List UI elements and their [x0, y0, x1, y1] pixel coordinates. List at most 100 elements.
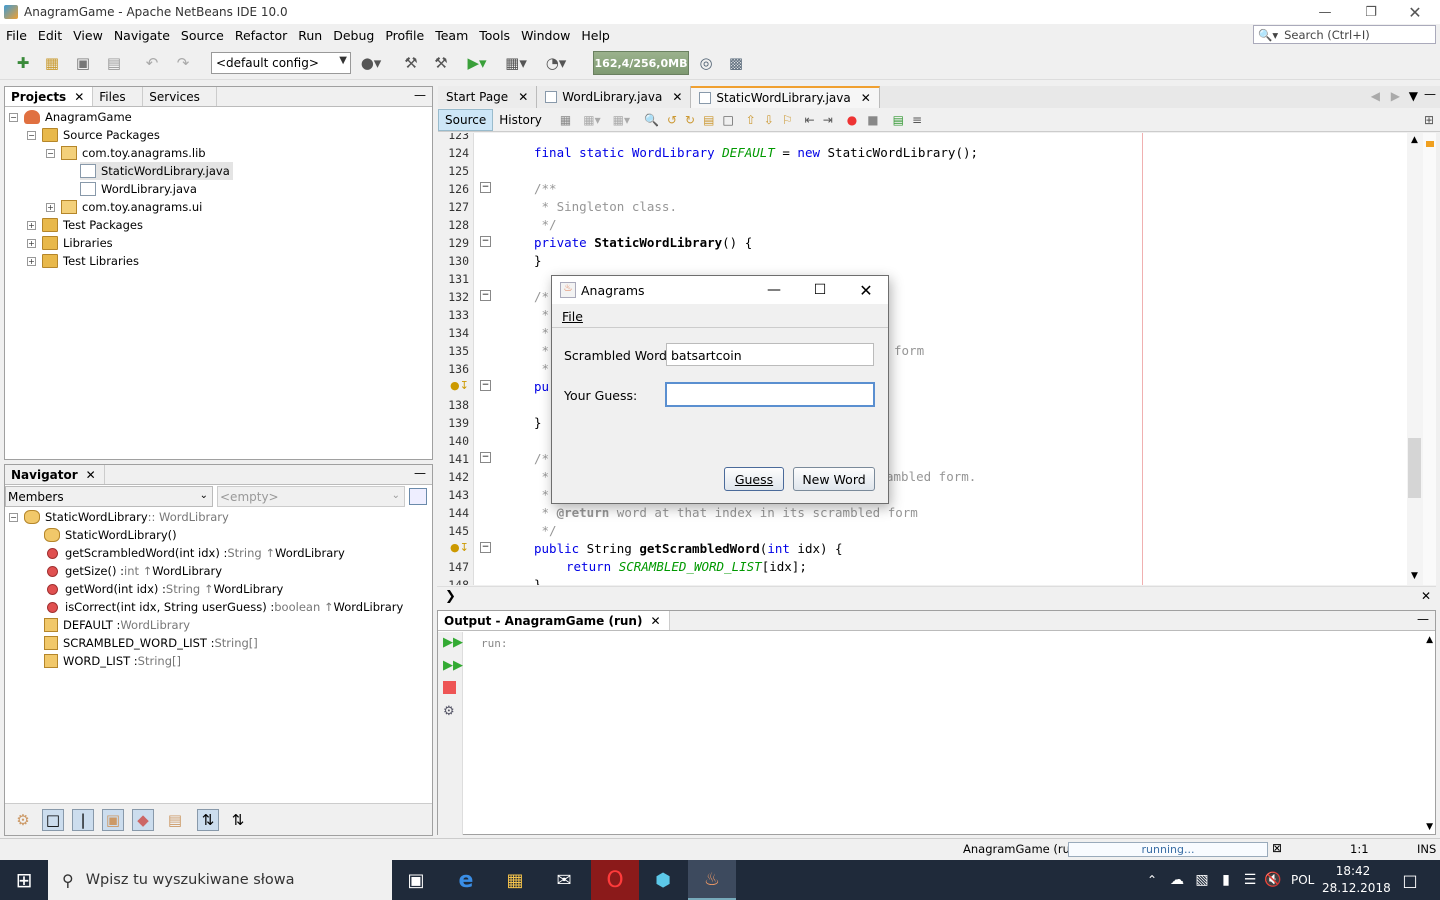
navigator-member[interactable]: StaticWordLibrary() [44, 526, 177, 544]
menu-navigate[interactable]: Navigate [114, 28, 177, 43]
close-icon[interactable]: ✕ [74, 90, 84, 104]
menu-source[interactable]: Source [181, 28, 231, 43]
tab-output[interactable]: Output - AnagramGame (run) ✕ [438, 611, 670, 630]
close-icon[interactable]: ✕ [86, 468, 96, 482]
close-icon[interactable]: ✕ [861, 91, 871, 105]
new-word-button[interactable]: New Word [793, 467, 875, 491]
menu-file[interactable]: File [6, 28, 34, 43]
scroll-down-icon[interactable]: ▼ [1411, 571, 1418, 581]
mail-icon[interactable]: ✉ [540, 860, 588, 900]
tab-wordlibrary[interactable]: WordLibrary.java ✕ [537, 86, 692, 108]
undo-icon[interactable]: ↶ [141, 52, 163, 74]
context-filter-select[interactable]: <empty> ⌄ [217, 486, 405, 507]
rerun-with-params-icon[interactable]: ▶▶ [443, 658, 463, 673]
navigator-member[interactable]: SCRAMBLED_WORD_LIST : String[] [44, 634, 258, 652]
close-icon[interactable]: ✕ [518, 90, 528, 104]
close-window-button[interactable]: ✕ [1392, 0, 1438, 24]
chevron-right-icon[interactable]: ❯ [445, 589, 456, 604]
opera-browser-icon[interactable]: O [591, 860, 639, 900]
cancel-task-icon[interactable]: ⊠ [1272, 841, 1282, 855]
start-macro-icon[interactable]: ● [847, 113, 857, 127]
notification-icon[interactable]: □ [1390, 860, 1430, 900]
ide-search-input[interactable]: 🔍▾ Search (Ctrl+I) [1253, 25, 1436, 44]
back-icon[interactable]: ▦▾ [583, 113, 600, 127]
minimize-panel-icon[interactable]: — [414, 88, 426, 102]
source-view-button[interactable]: Source [438, 108, 494, 131]
collapse-icon[interactable]: − [46, 148, 55, 158]
open-project-icon[interactable]: ▣ [72, 52, 94, 74]
start-button-icon[interactable]: ⊞ [0, 860, 48, 900]
expand-icon[interactable]: + [27, 220, 36, 230]
expand-icon[interactable]: + [46, 202, 55, 212]
override-hint-icon[interactable]: ●↧ [450, 541, 469, 554]
tree-item[interactable]: − com.toy.anagrams.lib [46, 144, 206, 162]
override-hint-icon[interactable]: ●↧ [450, 379, 469, 392]
taskbar-search-box[interactable]: ⚲ Wpisz tu wyszukiwane słowa [48, 860, 392, 900]
dialog-minimize-button[interactable]: — [751, 276, 797, 304]
menu-tools[interactable]: Tools [479, 28, 517, 43]
collapse-icon[interactable]: − [9, 112, 18, 122]
wifi-icon[interactable]: ☰ [1238, 860, 1262, 900]
dialog-close-button[interactable]: ✕ [843, 276, 889, 304]
find-next-icon[interactable]: ↻ [685, 113, 695, 127]
minimize-window-button[interactable]: — [1302, 0, 1348, 24]
guess-input[interactable] [665, 382, 875, 407]
tree-item[interactable]: − AnagramGame [9, 108, 132, 126]
new-project-icon[interactable]: ▦ [41, 52, 63, 74]
non-public-filter-icon[interactable]: ▣ [102, 809, 124, 831]
tab-projects[interactable]: Projects ✕ [5, 87, 94, 106]
dialog-menu-file[interactable]: File [562, 309, 583, 324]
config-select[interactable]: <default config> ▼ [211, 52, 351, 74]
rerun-icon[interactable]: ▶▶ [443, 635, 463, 650]
close-icon[interactable]: ✕ [1421, 589, 1431, 603]
fold-icon[interactable]: − [480, 542, 491, 553]
shift-right-icon[interactable]: ⇥ [823, 113, 833, 127]
task-view-icon[interactable]: ▣ [392, 860, 440, 900]
tree-item[interactable]: WordLibrary.java [80, 180, 197, 198]
comment-icon[interactable]: ▤ [893, 113, 904, 127]
tab-navigator[interactable]: Navigator ✕ [5, 465, 105, 484]
clean-build-icon[interactable]: ⚒ [430, 52, 452, 74]
find-previous-icon[interactable]: ↺ [667, 113, 677, 127]
tree-item[interactable]: + com.toy.anagrams.ui [46, 198, 202, 216]
sort-by-source-icon[interactable]: ⇅ [227, 809, 249, 831]
prev-bookmark-icon[interactable]: ⇧ [746, 113, 756, 127]
stop-icon[interactable] [443, 681, 456, 694]
tab-start-page[interactable]: Start Page ✕ [438, 86, 538, 108]
redo-icon[interactable]: ↷ [172, 52, 194, 74]
scroll-down-icon[interactable]: ▼ [1426, 822, 1433, 832]
build-hammer-icon[interactable]: ⚒ [400, 52, 422, 74]
scroll-tabs-right-icon[interactable]: ▶ [1391, 89, 1400, 103]
maximize-editor-icon[interactable]: — [1424, 87, 1436, 101]
collapse-icon[interactable]: − [27, 130, 36, 140]
language-indicator[interactable]: POL [1291, 873, 1314, 887]
menu-debug[interactable]: Debug [333, 28, 381, 43]
debug-project-icon[interactable]: ▦▾ [505, 52, 527, 74]
stop-macro-icon[interactable]: ■ [867, 113, 878, 127]
navigator-member[interactable]: getWord(int idx) : String ↑ WordLibrary [44, 580, 283, 598]
members-filter-select[interactable]: Members ⌄ [5, 486, 213, 507]
menu-window[interactable]: Window [521, 28, 577, 43]
tree-item-selected[interactable]: StaticWordLibrary.java [80, 162, 233, 180]
restore-window-button[interactable]: ❐ [1348, 0, 1394, 24]
run-project-icon[interactable]: ▶▾ [466, 52, 488, 74]
dialog-title-bar[interactable]: ♨ Anagrams — ☐ ✕ [552, 276, 888, 304]
profile-project-icon[interactable]: ◔▾ [545, 52, 567, 74]
new-file-icon[interactable]: ✚ [12, 52, 34, 74]
find-selection-icon[interactable]: 🔍 [644, 113, 659, 127]
menu-profile[interactable]: Profile [385, 28, 431, 43]
tab-files[interactable]: Files [93, 87, 144, 106]
clock[interactable]: 18:42 28.12.2018 [1322, 863, 1391, 897]
tree-item[interactable]: + Test Libraries [27, 252, 139, 270]
navigator-root[interactable]: − StaticWordLibrary :: WordLibrary [9, 508, 229, 526]
settings-icon[interactable]: ⚙ [443, 704, 455, 719]
tab-staticwordlibrary[interactable]: StaticWordLibrary.java ✕ [691, 86, 880, 108]
tree-item[interactable]: + Test Packages [27, 216, 143, 234]
dialog-maximize-button[interactable]: ☐ [797, 276, 843, 304]
expand-icon[interactable]: + [27, 256, 36, 266]
last-edit-icon[interactable]: ▦ [560, 113, 571, 127]
memory-indicator[interactable]: 162,4/256,0MB [593, 51, 689, 75]
menu-team[interactable]: Team [435, 28, 475, 43]
globe-icon[interactable]: ●▾ [360, 52, 382, 74]
garbage-collect-icon[interactable]: ◎ [695, 52, 717, 74]
